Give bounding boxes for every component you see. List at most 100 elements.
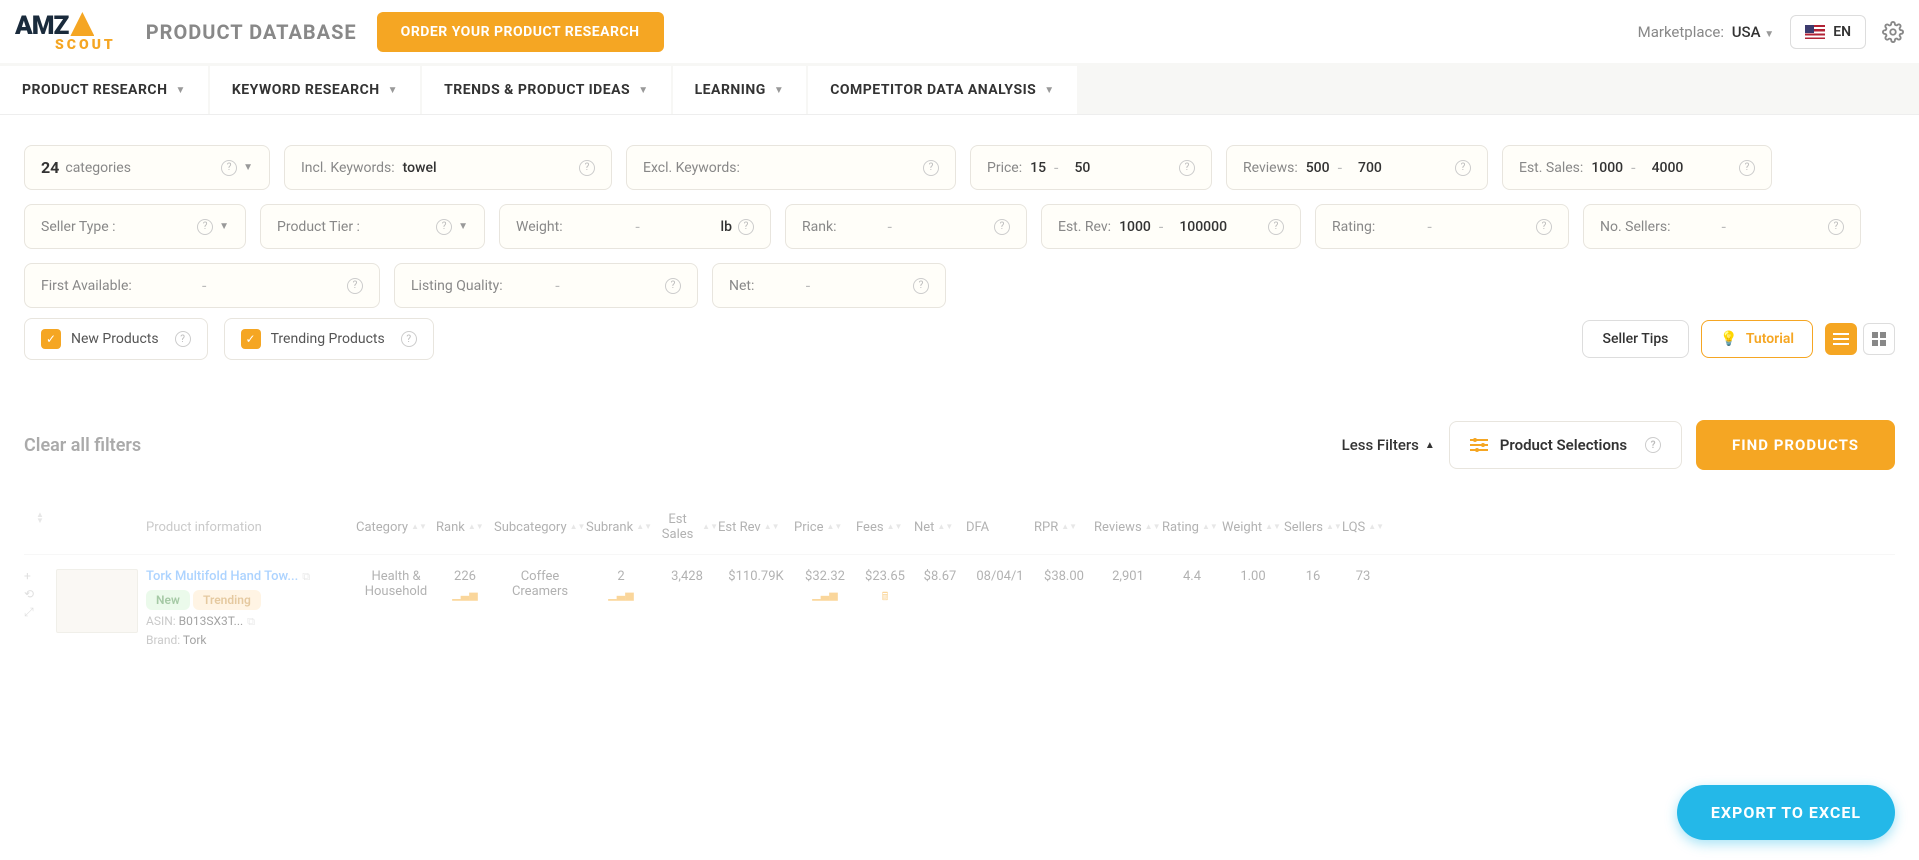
checkbox-trending-products[interactable]: ✓ Trending Products ? xyxy=(224,318,434,360)
header-rank[interactable]: Rank▲▼ xyxy=(436,512,494,542)
help-icon[interactable]: ? xyxy=(913,278,929,294)
header-net[interactable]: Net▲▼ xyxy=(914,512,966,542)
marketplace-label: Marketplace: xyxy=(1638,23,1724,41)
cell-weight: 1.00 xyxy=(1222,569,1284,584)
filter-seller-type[interactable]: Seller Type :?▼ xyxy=(24,204,246,249)
view-toggle xyxy=(1825,323,1895,355)
list-view-button[interactable] xyxy=(1825,323,1857,355)
marketplace-selector[interactable]: Marketplace: USA ▼ xyxy=(1638,23,1775,41)
nav-learning[interactable]: LEARNING▼ xyxy=(673,66,807,114)
header-lqs[interactable]: LQS▲▼ xyxy=(1342,512,1384,542)
chevron-down-icon: ▼ xyxy=(1764,29,1774,40)
help-icon[interactable]: ? xyxy=(1179,160,1195,176)
filter-no-sellers[interactable]: No. Sellers:-? xyxy=(1583,204,1861,249)
badge-trending: Trending xyxy=(193,590,261,610)
filter-est-sales[interactable]: Est. Sales:1000-4000? xyxy=(1502,145,1772,190)
chart-icon[interactable]: ▁▃▅ xyxy=(586,588,656,601)
help-icon[interactable]: ? xyxy=(579,160,595,176)
nav-product-research[interactable]: PRODUCT RESEARCH▼ xyxy=(0,66,208,114)
help-icon[interactable]: ? xyxy=(665,278,681,294)
filter-product-tier[interactable]: Product Tier :?▼ xyxy=(260,204,485,249)
checkmark-icon: ✓ xyxy=(241,329,261,349)
filter-price[interactable]: Price:15-50? xyxy=(970,145,1212,190)
header-category[interactable]: Category▲▼ xyxy=(356,512,436,542)
checkbox-new-products[interactable]: ✓ New Products ? xyxy=(24,318,208,360)
help-icon[interactable]: ? xyxy=(401,331,417,347)
help-icon[interactable]: ? xyxy=(738,219,754,235)
header-sellers[interactable]: Sellers▲▼ xyxy=(1284,512,1342,542)
header-subrank[interactable]: Subrank▲▼ xyxy=(586,512,656,542)
help-icon[interactable]: ? xyxy=(1455,160,1471,176)
help-icon[interactable]: ? xyxy=(1536,219,1552,235)
filter-incl-keywords[interactable]: Incl. Keywords:towel? xyxy=(284,145,612,190)
filter-est-rev[interactable]: Est. Rev:1000-100000? xyxy=(1041,204,1301,249)
copy-icon[interactable]: ⧉ xyxy=(247,615,255,628)
language-button[interactable]: EN xyxy=(1790,15,1866,49)
nav-competitor[interactable]: COMPETITOR DATA ANALYSIS▼ xyxy=(808,66,1076,114)
help-icon[interactable]: ? xyxy=(1268,219,1284,235)
clear-filters-button[interactable]: Clear all filters xyxy=(24,435,141,456)
gear-icon[interactable] xyxy=(1882,21,1904,43)
header-est-rev[interactable]: Est Rev▲▼ xyxy=(718,512,794,542)
copy-icon[interactable]: ⧉ xyxy=(302,570,310,583)
filter-reviews[interactable]: Reviews:500-700? xyxy=(1226,145,1488,190)
header-reviews[interactable]: Reviews▲▼ xyxy=(1094,512,1162,542)
chevron-down-icon: ▼ xyxy=(388,85,398,96)
help-icon[interactable]: ? xyxy=(197,219,213,235)
filter-rank[interactable]: Rank:-? xyxy=(785,204,1027,249)
filter-net[interactable]: Net:-? xyxy=(712,263,946,308)
expand-icon[interactable]: ⤢ xyxy=(24,605,56,620)
find-products-button[interactable]: FIND PRODUCTS xyxy=(1696,420,1895,470)
add-icon[interactable]: + xyxy=(24,569,56,583)
header-price[interactable]: Price▲▼ xyxy=(794,512,856,542)
chart-icon[interactable]: ▁▃▅ xyxy=(436,588,494,601)
sort-icon[interactable]: ▲▼ xyxy=(36,512,44,524)
help-icon[interactable]: ? xyxy=(347,278,363,294)
tutorial-button[interactable]: 💡 Tutorial xyxy=(1701,320,1813,358)
filter-first-available[interactable]: First Available:-? xyxy=(24,263,380,308)
less-filters-button[interactable]: Less Filters ▲ xyxy=(1342,436,1435,454)
product-selections-button[interactable]: Product Selections ? xyxy=(1449,421,1682,469)
help-icon[interactable]: ? xyxy=(1739,160,1755,176)
header-rpr[interactable]: RPR▲▼ xyxy=(1034,512,1094,542)
header-est-sales[interactable]: Est Sales▲▼ xyxy=(656,512,718,542)
chart-icon[interactable]: ▁▃▅ xyxy=(794,588,856,601)
order-research-button[interactable]: ORDER YOUR PRODUCT RESEARCH xyxy=(377,12,664,52)
nav-trends[interactable]: TRENDS & PRODUCT IDEAS▼ xyxy=(422,66,671,114)
nav-keyword-research[interactable]: KEYWORD RESEARCH▼ xyxy=(210,66,420,114)
header-fees[interactable]: Fees▲▼ xyxy=(856,512,914,542)
calculator-icon[interactable]: 🖩 xyxy=(856,588,914,607)
export-excel-button[interactable]: EXPORT TO EXCEL xyxy=(1677,785,1895,840)
header-subcategory[interactable]: Subcategory▲▼ xyxy=(494,512,586,542)
filter-rating[interactable]: Rating:-? xyxy=(1315,204,1569,249)
filter-weight[interactable]: Weight:-lb? xyxy=(499,204,771,249)
logo-arrow-icon xyxy=(70,12,94,36)
logo[interactable]: AMZ SCOUT xyxy=(15,10,116,53)
chevron-down-icon: ▼ xyxy=(243,162,253,173)
help-icon[interactable]: ? xyxy=(1645,437,1661,453)
lightbulb-icon: 💡 xyxy=(1720,331,1737,347)
header-rating[interactable]: Rating▲▼ xyxy=(1162,512,1222,542)
cell-subcategory: Coffee Creamers xyxy=(494,569,586,599)
help-icon[interactable]: ? xyxy=(436,219,452,235)
cell-lqs: 73 xyxy=(1342,569,1384,584)
help-icon[interactable]: ? xyxy=(1828,219,1844,235)
grid-view-button[interactable] xyxy=(1863,323,1895,355)
row-actions: + ⟲ ⤢ xyxy=(24,569,56,620)
product-image[interactable] xyxy=(56,569,138,633)
refresh-icon[interactable]: ⟲ xyxy=(24,587,56,601)
seller-tips-button[interactable]: Seller Tips xyxy=(1582,320,1690,358)
logo-scout: SCOUT xyxy=(55,37,116,53)
help-icon[interactable]: ? xyxy=(923,160,939,176)
filter-listing-quality[interactable]: Listing Quality:-? xyxy=(394,263,698,308)
product-link[interactable]: Tork Multifold Hand Tow... xyxy=(146,569,298,584)
actions-row: Clear all filters Less Filters ▲ Product… xyxy=(0,380,1919,500)
marketplace-value: USA xyxy=(1732,23,1761,41)
filter-categories[interactable]: 24categories?▼ xyxy=(24,145,270,190)
header-weight[interactable]: Weight▲▼ xyxy=(1222,512,1284,542)
help-icon[interactable]: ? xyxy=(175,331,191,347)
cell-dfa: 08/04/1 xyxy=(966,569,1034,584)
filter-excl-keywords[interactable]: Excl. Keywords:? xyxy=(626,145,956,190)
help-icon[interactable]: ? xyxy=(221,160,237,176)
help-icon[interactable]: ? xyxy=(994,219,1010,235)
